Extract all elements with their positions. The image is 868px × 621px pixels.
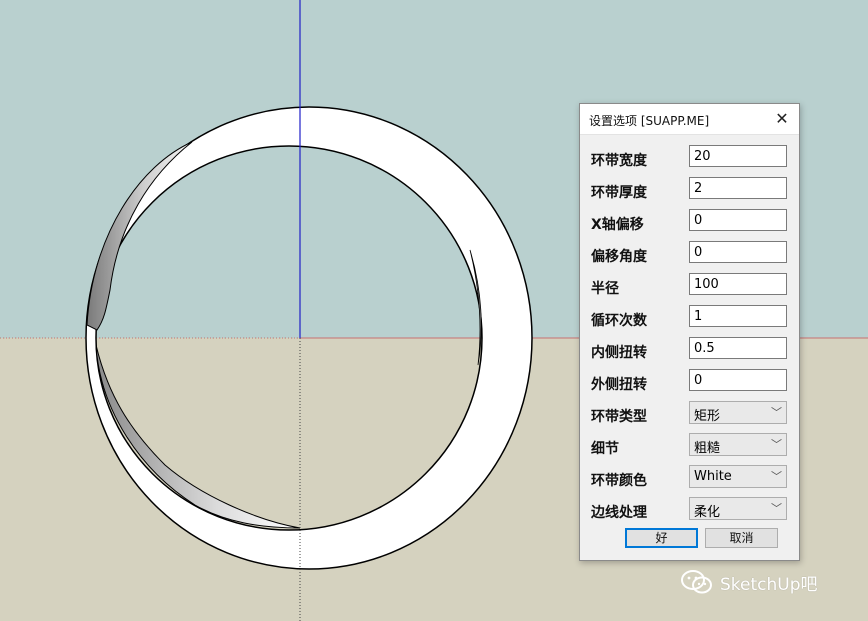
band-color-value: White xyxy=(694,469,732,484)
band-thickness-input[interactable] xyxy=(689,177,787,199)
outer-twist-label: 外侧扭转 xyxy=(591,377,647,393)
inner-twist-input[interactable] xyxy=(689,337,787,359)
watermark: SketchUp吧 xyxy=(680,568,860,598)
field-row-loop-count: 循环次数 xyxy=(580,305,799,331)
chevron-down-icon: ﹀ xyxy=(771,406,782,419)
dialog-titlebar[interactable]: 设置选项 [SUAPP.ME] ✕ xyxy=(580,104,799,135)
field-row-x-offset: X轴偏移 xyxy=(580,209,799,235)
field-row-band-thickness: 环带厚度 xyxy=(580,177,799,203)
select-row-detail: 细节 粗糙 ﹀ xyxy=(580,433,799,459)
watermark-text: SketchUp吧 xyxy=(720,575,818,595)
band-type-select[interactable]: 矩形 ﹀ xyxy=(689,401,787,424)
field-row-radius: 半径 xyxy=(580,273,799,299)
settings-dialog: 设置选项 [SUAPP.ME] ✕ 环带宽度 环带厚度 X轴偏移 偏移角度 半径… xyxy=(579,103,800,561)
band-width-label: 环带宽度 xyxy=(591,153,647,169)
radius-label: 半径 xyxy=(591,281,619,297)
field-row-band-width: 环带宽度 xyxy=(580,145,799,171)
loop-count-label: 循环次数 xyxy=(591,313,647,329)
edge-treatment-value: 柔化 xyxy=(694,505,721,520)
band-type-label: 环带类型 xyxy=(591,409,647,425)
field-row-offset-angle: 偏移角度 xyxy=(580,241,799,267)
band-thickness-label: 环带厚度 xyxy=(591,185,647,201)
edge-treatment-select[interactable]: 柔化 ﹀ xyxy=(689,497,787,520)
band-type-value: 矩形 xyxy=(694,409,721,424)
detail-label: 细节 xyxy=(591,441,619,457)
detail-select[interactable]: 粗糙 ﹀ xyxy=(689,433,787,456)
band-color-select[interactable]: White ﹀ xyxy=(689,465,787,488)
inner-twist-label: 内侧扭转 xyxy=(591,345,647,361)
select-row-edge-treatment: 边线处理 柔化 ﹀ xyxy=(580,497,799,523)
field-row-inner-twist: 内侧扭转 xyxy=(580,337,799,363)
edge-treatment-label: 边线处理 xyxy=(591,505,647,521)
close-icon[interactable]: ✕ xyxy=(771,108,793,130)
chevron-down-icon: ﹀ xyxy=(771,502,782,515)
offset-angle-label: 偏移角度 xyxy=(591,249,647,265)
band-width-input[interactable] xyxy=(689,145,787,167)
outer-twist-input[interactable] xyxy=(689,369,787,391)
dialog-title: 设置选项 [SUAPP.ME] xyxy=(589,114,710,128)
chevron-down-icon: ﹀ xyxy=(771,438,782,451)
band-color-label: 环带颜色 xyxy=(591,473,647,489)
offset-angle-input[interactable] xyxy=(689,241,787,263)
detail-value: 粗糙 xyxy=(694,441,721,456)
radius-input[interactable] xyxy=(689,273,787,295)
select-row-band-type: 环带类型 矩形 ﹀ xyxy=(580,401,799,427)
select-row-band-color: 环带颜色 White ﹀ xyxy=(580,465,799,491)
x-offset-input[interactable] xyxy=(689,209,787,231)
field-row-outer-twist: 外侧扭转 xyxy=(580,369,799,395)
cancel-button[interactable]: 取消 xyxy=(705,528,778,548)
chevron-down-icon: ﹀ xyxy=(771,470,782,483)
loop-count-input[interactable] xyxy=(689,305,787,327)
x-offset-label: X轴偏移 xyxy=(591,217,644,233)
wechat-icon xyxy=(681,570,712,594)
ok-button[interactable]: 好 xyxy=(625,528,698,548)
